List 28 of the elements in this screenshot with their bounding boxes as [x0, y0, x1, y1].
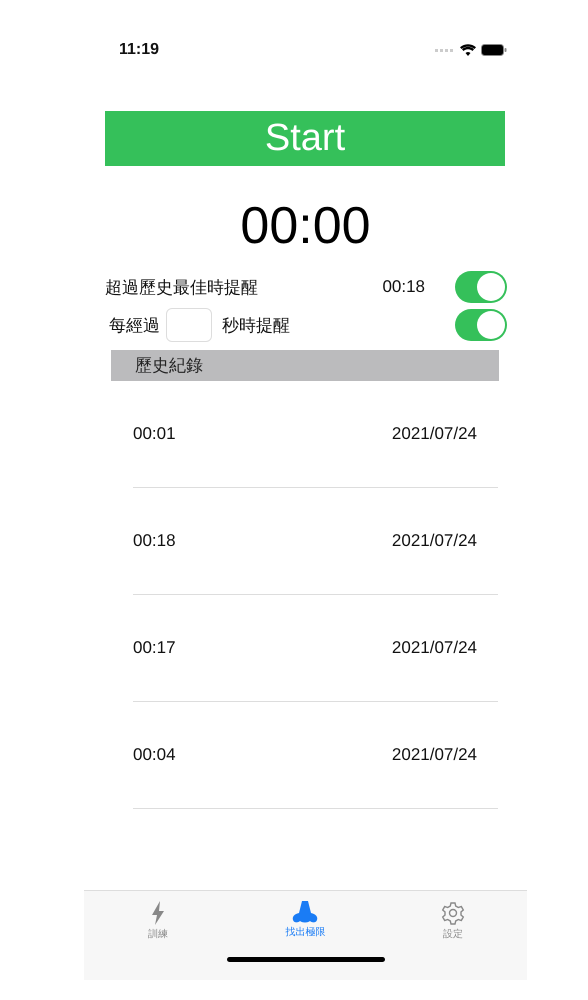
timer-display: 00:00: [240, 196, 371, 256]
nose-icon: [292, 901, 318, 923]
status-time: 11:19: [119, 41, 160, 59]
record-time: 00:04: [133, 745, 176, 765]
record-time: 00:17: [133, 638, 176, 658]
bolt-icon: [150, 901, 165, 925]
tab[interactable]: 設定: [403, 901, 504, 941]
toggle-switch[interactable]: [455, 309, 507, 341]
section-header: 歷史紀錄: [111, 350, 499, 381]
tab[interactable]: 訓練: [108, 901, 208, 941]
seconds-field[interactable]: [166, 308, 212, 342]
settings-icon: [441, 901, 466, 925]
record-date: 2021/07/24: [392, 531, 477, 551]
setting-label: 超過歷史最佳時提醒: [105, 276, 258, 298]
tab[interactable]: 找出極限: [255, 901, 356, 941]
setting-label: 每經過: [109, 314, 160, 336]
start-button[interactable]: Start: [105, 111, 505, 166]
record-date: 2021/07/24: [392, 424, 477, 444]
best-time: 00:18: [382, 277, 425, 297]
record-date: 2021/07/24: [392, 745, 477, 765]
wifi-icon: [460, 44, 476, 56]
record-time: 00:18: [133, 531, 176, 551]
battery-icon: [481, 44, 507, 56]
toggle-switch[interactable]: [455, 271, 507, 303]
record-date: 2021/07/24: [392, 638, 477, 658]
signal-icon: [435, 48, 455, 52]
setting-label: 秒時提醒: [222, 314, 290, 336]
record-time: 00:01: [133, 424, 176, 444]
